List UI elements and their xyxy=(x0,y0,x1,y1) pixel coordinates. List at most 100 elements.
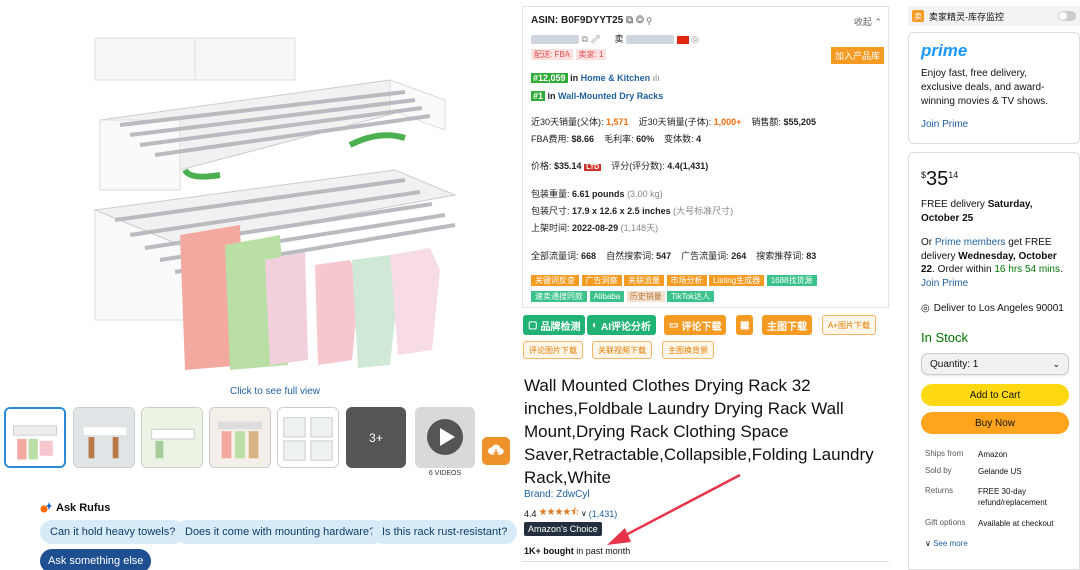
prime-delivery-text: Or Prime members get FREE delivery Wedne… xyxy=(921,237,1063,289)
prime-members-link[interactable]: Prime members xyxy=(935,237,1006,248)
free-delivery-label[interactable]: FREE delivery xyxy=(921,199,985,210)
join-prime-buybox-link[interactable]: Join Prime xyxy=(921,278,968,289)
returns-link[interactable]: FREE 30-day refund/replacement xyxy=(978,486,1073,508)
deliver-to-link[interactable]: ◎ Deliver to Los Angeles 90001 xyxy=(921,302,1071,316)
ask-something-else-button[interactable]: Ask something else xyxy=(40,549,152,570)
extension-label: 卖家精灵-库存监控 xyxy=(929,11,1004,22)
brand-check-button[interactable]: ▢ 品牌检测 xyxy=(523,315,586,335)
bought-count: 1K+ bought xyxy=(524,546,574,556)
inventory-monitor-toggle[interactable] xyxy=(1058,11,1076,21)
ai-review-button[interactable]: ◐ AI评论分析 xyxy=(587,315,657,335)
extension-inventory-monitor: 卖 卖家精灵-库存监控 xyxy=(908,6,1080,26)
thumbnail-4[interactable] xyxy=(209,407,271,468)
kw-rec-value[interactable]: 83 xyxy=(806,251,816,261)
rank-2-category[interactable]: Wall-Mounted Dry Racks xyxy=(558,91,663,101)
tag-ad-insight[interactable]: 广告洞察 xyxy=(581,275,622,286)
video-thumbnail[interactable] xyxy=(415,407,475,468)
tag-1688-source[interactable]: 1688找货源 xyxy=(766,275,817,286)
square-icon: ▢ xyxy=(528,319,538,331)
tool-tags-row-1: 关键词反查 广告洞察 关联流量 市场分析 Listing生成器 1688找货源 xyxy=(531,275,817,286)
review-count-link[interactable]: (1,431) xyxy=(589,509,618,519)
collapse-button[interactable]: 收起 ⌃ xyxy=(854,15,882,28)
bought-suffix: in past month xyxy=(573,546,631,556)
review-download-button[interactable]: ▭ 评论下载 xyxy=(664,315,727,335)
ai-icon: ◐ xyxy=(592,319,599,331)
rufus-question-3[interactable]: Is this rack rust-resistant? xyxy=(372,520,518,544)
returns-label: Returns xyxy=(925,486,954,495)
size-value: 17.9 x 12.6 x 2.5 inches xyxy=(572,206,671,216)
kw-natural-value[interactable]: 547 xyxy=(656,251,671,261)
tag-market-analysis[interactable]: 市场分析 xyxy=(666,275,707,286)
brand-check-label: 品牌检测 xyxy=(540,321,581,333)
rank-1-category[interactable]: Home & Kitchen xyxy=(581,73,651,83)
add-to-library-button[interactable]: 加入产品库 xyxy=(830,47,884,64)
tag-history-sales[interactable]: 历史销量 xyxy=(626,291,665,302)
copy-icon[interactable]: ⧉ ◎ ⚲ xyxy=(626,15,652,26)
related-video-download-button[interactable]: 关联视频下载 xyxy=(592,341,652,359)
kw-all-label: 全部流量词: xyxy=(531,251,579,261)
sold-by-link[interactable]: Gelande US xyxy=(978,466,1073,477)
quantity-label: Quantity: 1 xyxy=(930,358,979,370)
prime-logo: prime xyxy=(921,41,968,60)
add-to-cart-button[interactable]: Add to Cart xyxy=(921,384,1069,406)
rank-row-1: #12,059 in Home & Kitchen ılı xyxy=(531,73,660,83)
join-prime-link[interactable]: Join Prime xyxy=(921,119,1067,130)
gift-options-link[interactable]: Available at checkout xyxy=(978,518,1073,529)
chevron-up-icon: ⌃ xyxy=(874,17,882,27)
ships-from-value: Amazon xyxy=(978,450,1008,459)
fee-row: FBA费用: $8.66 毛利率: 60% 变体数: 4 xyxy=(531,132,701,145)
kw-rec-label: 搜索推荐词: xyxy=(756,251,804,261)
seller-row: ⧉ ⇗ 卖 ◎ xyxy=(531,32,699,45)
rating-row[interactable]: 4.4 ★★★★⯪ ∨ (1,431) xyxy=(524,505,617,522)
thumbnail-2[interactable] xyxy=(73,407,135,468)
free-delivery-text: FREE delivery Saturday, October 25 xyxy=(921,198,1071,225)
price-label: 价格: xyxy=(531,161,552,171)
prime-promo-text: Enjoy fast, free delivery, exclusive dea… xyxy=(921,68,1049,107)
kw-ad-value[interactable]: 264 xyxy=(731,251,746,261)
tag-related-traffic[interactable]: 关联流量 xyxy=(624,275,665,286)
rank-2-number: #1 xyxy=(531,91,546,101)
main-product-image[interactable] xyxy=(60,20,470,385)
fba-fee-label: FBA费用: xyxy=(531,134,570,144)
price-value: $35.14 xyxy=(554,161,582,171)
thumbnail-5[interactable] xyxy=(277,407,339,468)
tag-listing-generator[interactable]: Listing生成器 xyxy=(709,275,765,286)
thumbnail-3[interactable] xyxy=(141,407,203,468)
deliver-to-label: Deliver to Los Angeles 90001 xyxy=(933,303,1064,314)
calculator-button[interactable]: ▦ xyxy=(736,315,754,335)
weight-row: 包装重量: 6.61 pounds (3.00 kg) xyxy=(531,187,663,200)
price-whole: 35 xyxy=(926,168,949,190)
tag-keyword-reverse[interactable]: 关键词反查 xyxy=(531,275,579,286)
see-full-view-link[interactable]: Click to see full view xyxy=(200,386,350,397)
tag-alibaba[interactable]: Alibaba xyxy=(589,291,625,302)
countdown-text: 16 hrs 54 mins xyxy=(994,264,1060,275)
brand-link[interactable]: Brand: ZdwCyl xyxy=(524,489,590,500)
see-more-link[interactable]: ∨ See more xyxy=(925,539,968,548)
date-row: 上架时间: 2022-08-29 (1,148天) xyxy=(531,221,658,234)
size-row: 包装尺寸: 17.9 x 12.6 x 2.5 inches (大号标准尺寸) xyxy=(531,204,733,217)
kw-all-value[interactable]: 668 xyxy=(581,251,596,261)
main-image-download-button[interactable]: 主图下载 xyxy=(762,315,812,335)
rufus-question-1[interactable]: Can it hold heavy towels? xyxy=(40,520,186,544)
download-cloud-button[interactable] xyxy=(482,437,510,465)
thumbnail-1[interactable] xyxy=(4,407,66,468)
quantity-select[interactable]: Quantity: 1 ⌄ xyxy=(921,353,1069,375)
seller-count-tag: 卖家: 1 xyxy=(575,49,607,60)
bar-chart-icon[interactable]: ılı xyxy=(653,73,660,83)
review-image-download-button[interactable]: 评论图片下载 xyxy=(523,341,583,359)
aplus-download-button[interactable]: A+图片下载 xyxy=(822,315,877,335)
weight-value: 6.61 pounds xyxy=(572,189,625,199)
buy-now-button[interactable]: Buy Now xyxy=(921,412,1069,434)
rufus-sparkle-icon xyxy=(40,502,52,513)
location-icon: ◎ xyxy=(691,34,699,44)
chevron-down-icon: ∨ xyxy=(580,509,587,518)
price-row: 价格: $35.14 LTD 评分(评分数): 4.4(1,431) xyxy=(531,159,708,172)
tag-aliexpress[interactable]: 速卖通搜同款 xyxy=(531,291,587,302)
keyword-row: 全部流量词: 668 自然搜索词: 547 广告流量词: 264 搜索推荐词: … xyxy=(531,249,816,262)
rufus-question-2[interactable]: Does it come with mounting hardware? xyxy=(175,520,386,544)
asin-label[interactable]: ASIN: B0F9DYYT25 xyxy=(531,15,623,26)
share-icon[interactable]: ⧉ ⇗ xyxy=(582,34,600,44)
more-images-thumbnail[interactable]: 3+ xyxy=(346,407,406,468)
tag-tiktok[interactable]: TikTok达人 xyxy=(667,291,715,302)
background-swap-button[interactable]: 主图换背景 xyxy=(662,341,714,359)
